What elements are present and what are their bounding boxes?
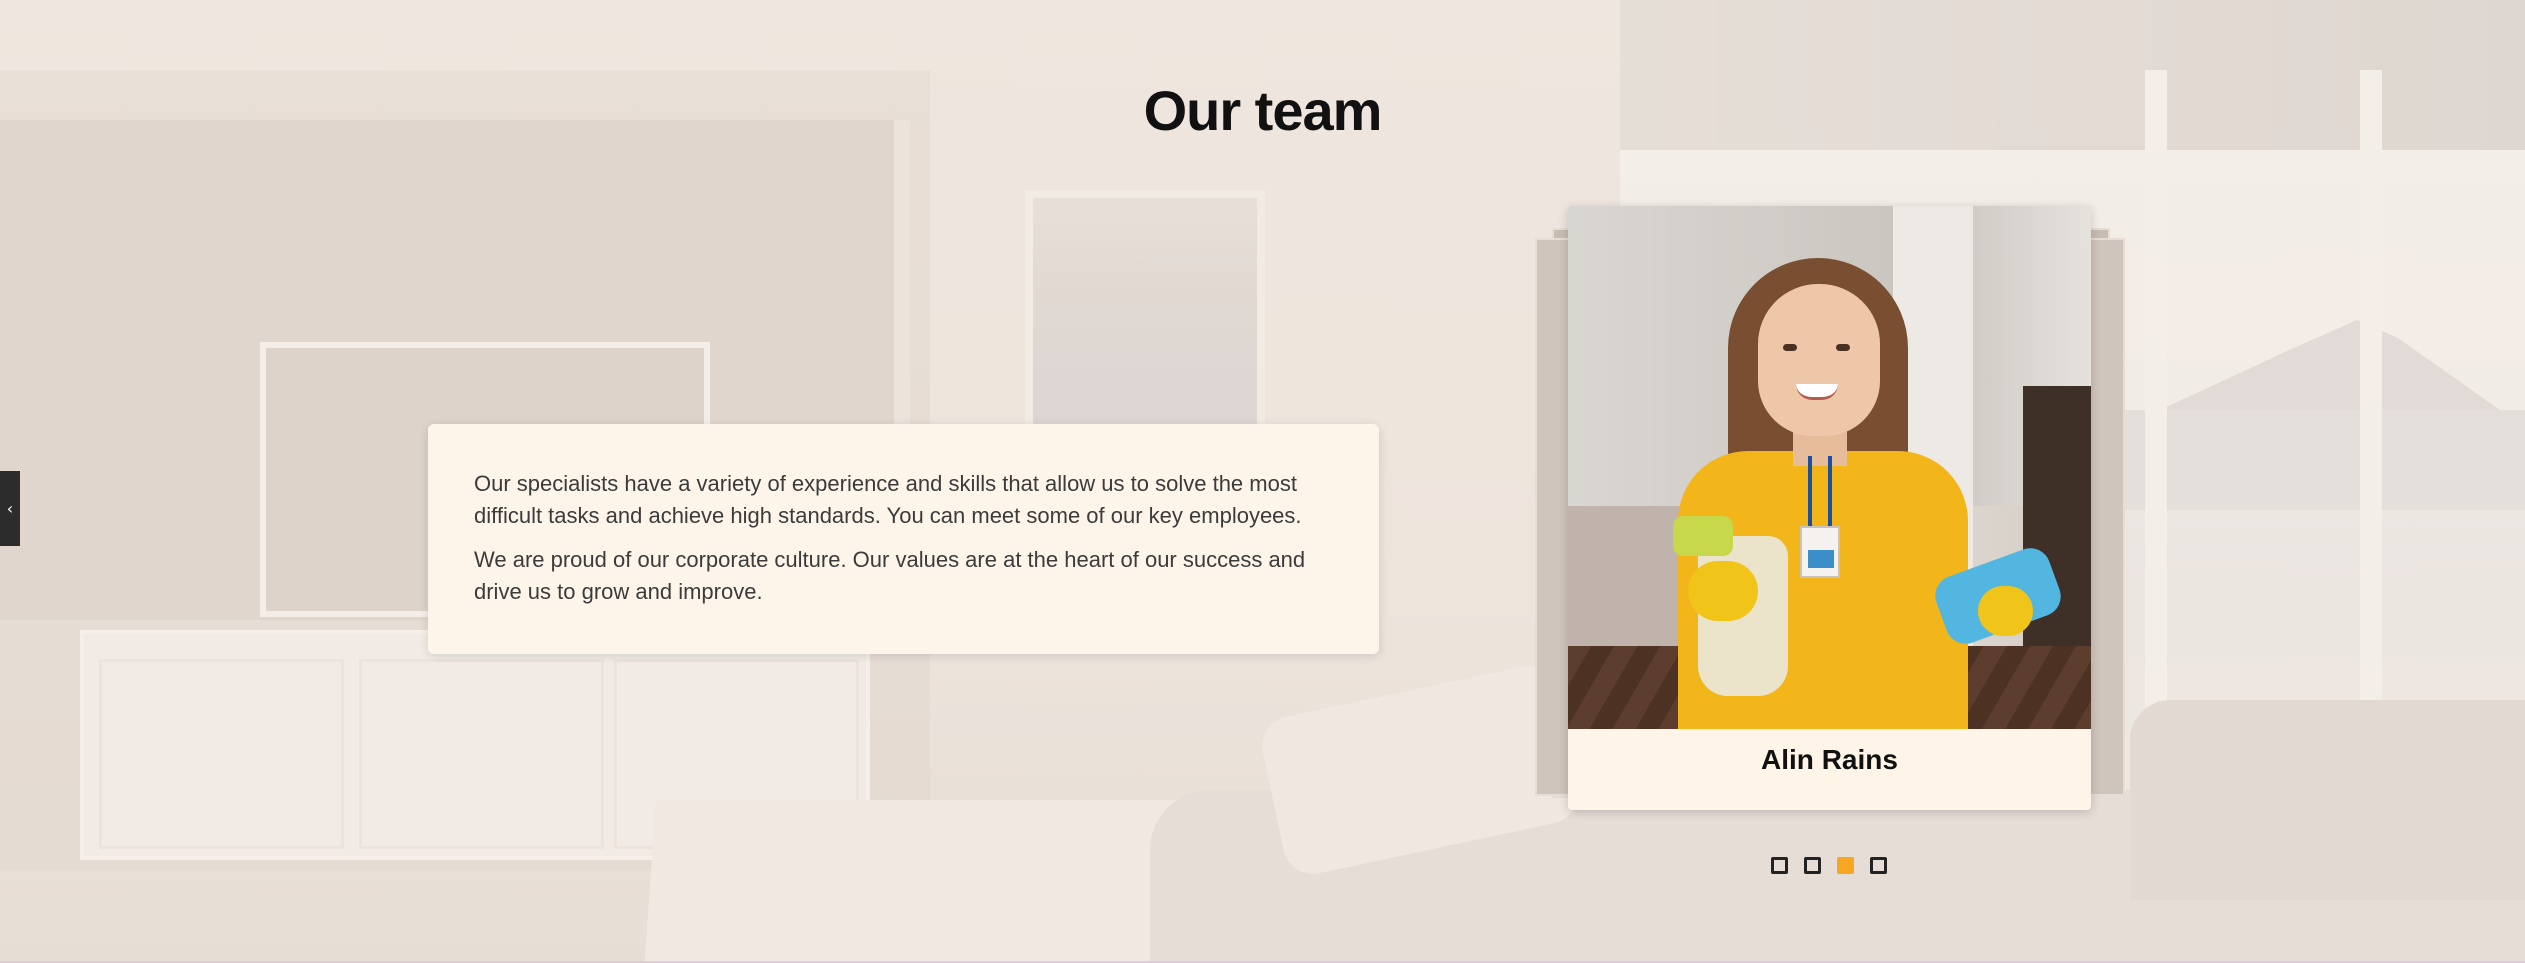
intro-paragraph: We are proud of our corporate culture. O… <box>474 547 1306 604</box>
photo-badge <box>1800 526 1840 578</box>
slider-pagination <box>1771 857 1887 874</box>
photo-face <box>1758 284 1880 436</box>
photo-lanyard <box>1808 456 1832 536</box>
photo-eye <box>1783 344 1797 351</box>
pagination-dot[interactable] <box>1804 857 1821 874</box>
section-title: Our team <box>1143 79 1383 142</box>
pagination-dot[interactable] <box>1870 857 1887 874</box>
pagination-dot[interactable] <box>1771 857 1788 874</box>
slider-prev-button[interactable]: ‹ <box>0 471 20 546</box>
photo-eye <box>1836 344 1850 351</box>
team-member-photo <box>1568 206 2091 729</box>
team-member-name: Alin Rains <box>1761 744 1898 775</box>
photo-glove <box>1688 561 1758 621</box>
pagination-dot[interactable] <box>1837 857 1854 874</box>
intro-paragraph: Our specialists have a variety of experi… <box>474 471 1302 528</box>
photo-spray-head <box>1673 516 1733 556</box>
photo-glove <box>1978 586 2033 636</box>
stacked-card <box>2085 238 2125 796</box>
chevron-left-icon: ‹ <box>6 499 14 518</box>
intro-text-box: Our specialists have a variety of experi… <box>428 424 1379 654</box>
team-member-card[interactable]: Alin Rains <box>1568 206 2091 810</box>
